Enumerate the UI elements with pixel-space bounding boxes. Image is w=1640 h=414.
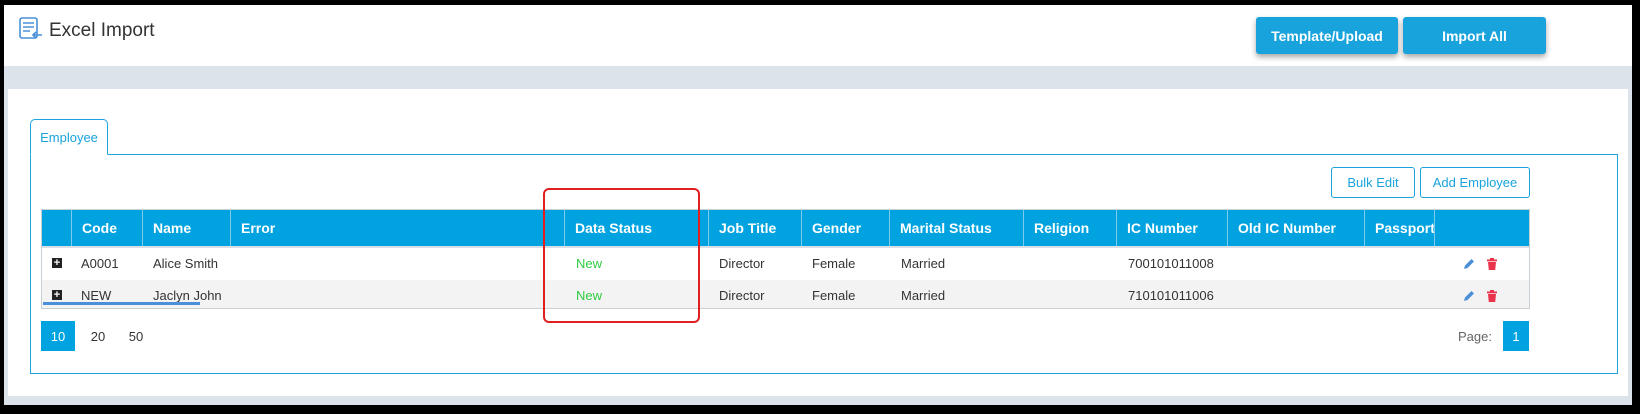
- column-header-religion[interactable]: Religion: [1023, 210, 1116, 246]
- bulk-edit-button[interactable]: Bulk Edit: [1331, 167, 1415, 198]
- column-header-old-ic-number[interactable]: Old IC Number: [1227, 210, 1364, 246]
- cell-gender: Female: [812, 256, 856, 271]
- delete-icon[interactable]: [1485, 257, 1499, 271]
- cell-marital-status: Married: [901, 288, 946, 303]
- page-size-50[interactable]: 50: [119, 321, 153, 351]
- expand-row-icon[interactable]: +: [52, 290, 62, 301]
- cell-ic-number: 710101011006: [1128, 288, 1214, 303]
- cell-gender: Female: [812, 288, 856, 303]
- cell-job-title: Director: [719, 256, 765, 271]
- template-upload-button[interactable]: Template/Upload: [1256, 17, 1398, 54]
- delete-icon[interactable]: [1485, 289, 1499, 303]
- cell-code: A0001: [81, 256, 119, 271]
- page-label: Page:: [1458, 329, 1492, 344]
- cell-ic-number: 700101011008: [1128, 256, 1214, 271]
- column-header-job-title[interactable]: Job Title: [708, 210, 801, 246]
- employee-grid: Code Name Error Data Status Job Title Ge…: [41, 209, 1530, 309]
- loading-indicator: [43, 302, 200, 305]
- tab-employee[interactable]: Employee: [30, 119, 108, 155]
- tab-content: Bulk Edit Add Employee Code Name Error D…: [30, 154, 1618, 374]
- column-header-ic-number[interactable]: IC Number: [1116, 210, 1227, 246]
- page-title: Excel Import: [49, 20, 155, 41]
- page-header: Excel Import Template/Upload Import All: [4, 5, 1632, 66]
- cell-marital-status: Married: [901, 256, 946, 271]
- app-frame: Excel Import Template/Upload Import All …: [4, 5, 1632, 405]
- page-size-10[interactable]: 10: [41, 321, 75, 351]
- page-size-20[interactable]: 20: [81, 321, 115, 351]
- grid-header: Code Name Error Data Status Job Title Ge…: [42, 210, 1529, 246]
- table-row: + A0001 Alice Smith New Director Female …: [42, 246, 1529, 280]
- data-status-highlight: [543, 188, 700, 323]
- column-header-gender[interactable]: Gender: [801, 210, 889, 246]
- import-panel: Employee Bulk Edit Add Employee Code Nam…: [8, 89, 1628, 396]
- expand-row-icon[interactable]: +: [52, 258, 62, 269]
- column-header-code[interactable]: Code: [71, 210, 142, 246]
- column-header-error[interactable]: Error: [230, 210, 564, 246]
- column-header-name[interactable]: Name: [142, 210, 230, 246]
- column-header-marital-status[interactable]: Marital Status: [889, 210, 1023, 246]
- import-all-button[interactable]: Import All: [1403, 17, 1546, 54]
- cell-job-title: Director: [719, 288, 765, 303]
- edit-icon[interactable]: [1462, 289, 1476, 303]
- column-header-passport[interactable]: Passport: [1364, 210, 1434, 246]
- add-employee-button[interactable]: Add Employee: [1420, 167, 1530, 198]
- table-row: + NEW Jaclyn John New Director Female Ma…: [42, 280, 1529, 308]
- column-header-actions: [1434, 210, 1529, 246]
- edit-icon[interactable]: [1462, 257, 1476, 271]
- excel-import-icon: [19, 17, 42, 39]
- page-number-1[interactable]: 1: [1503, 321, 1529, 351]
- cell-name: Alice Smith: [153, 256, 219, 271]
